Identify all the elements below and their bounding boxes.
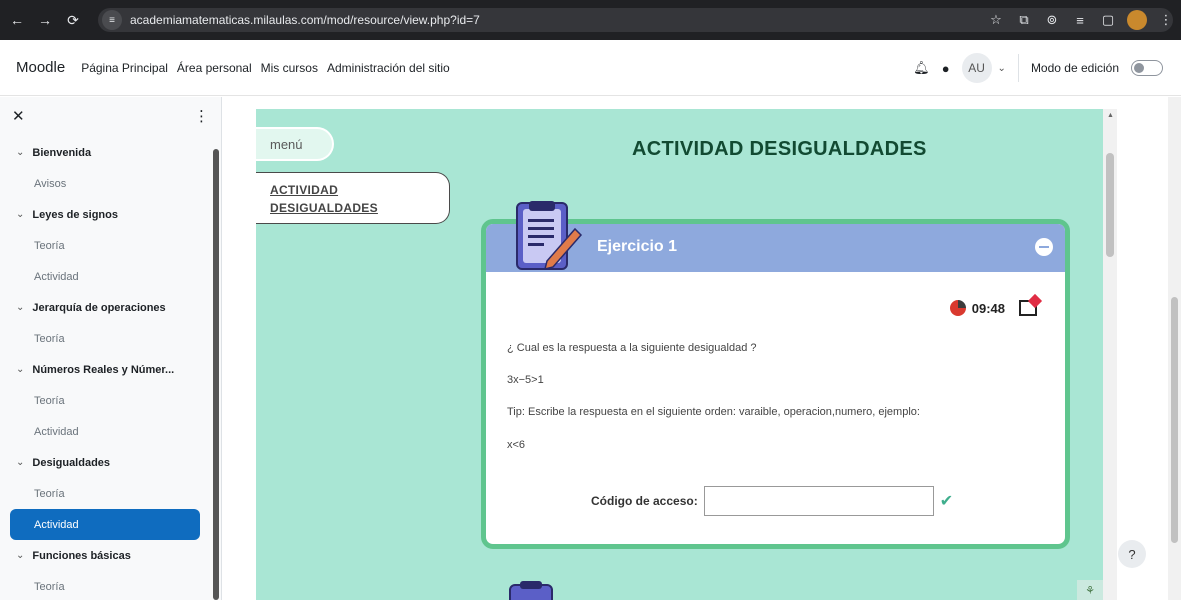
course-index-drawer: ✕ ⋮ ⌄ Bienvenida Avisos ⌄ Leyes de signos … — [0, 97, 222, 600]
site-info-icon[interactable]: ≡ — [102, 10, 122, 30]
user-avatar[interactable]: AU — [961, 53, 992, 83]
bookmark-star-icon[interactable]: ☆ — [987, 12, 1005, 28]
document-icon — [509, 581, 553, 600]
check-icon[interactable]: ✔ — [940, 491, 953, 511]
browser-actions: ☆ ⧉ ⊚ ≡ ▢ ⋮ — [987, 8, 1175, 32]
access-code-label: Código de acceso: — [591, 494, 698, 508]
section-label: Jerarquía de operaciones — [32, 301, 166, 314]
back-arrow-icon[interactable]: ← — [6, 9, 28, 31]
course-index-list: ⌄ Bienvenida Avisos ⌄ Leyes de signos Teor… — [0, 137, 212, 600]
profile-avatar-icon[interactable] — [1127, 10, 1147, 30]
exit-icon[interactable] — [1019, 300, 1037, 316]
edit-mode-label: Modo de edición — [1030, 61, 1119, 75]
reload-icon[interactable]: ⟳ — [62, 9, 84, 31]
timer-value: 09:48 — [971, 300, 1005, 316]
page-scrollbar[interactable] — [1168, 97, 1181, 600]
exercise-title: Ejercicio 1 — [597, 238, 678, 255]
index-item[interactable]: Teoría — [0, 230, 212, 261]
document-pencil-icon — [516, 201, 583, 271]
section-desigualdades[interactable]: ⌄ Desigualdades — [0, 447, 212, 478]
section-numeros-reales[interactable]: ⌄ Números Reales y Númer... — [0, 354, 212, 385]
index-item[interactable]: Teoría — [0, 323, 212, 354]
activity-scrollbar[interactable]: ▲ — [1103, 109, 1117, 600]
scrollbar-thumb[interactable] — [1171, 297, 1178, 543]
tip-text: Tip: Escribe la respuesta en el siguient… — [507, 406, 920, 418]
nav-link-home[interactable]: Página Principal — [81, 61, 168, 75]
nav-link-dashboard[interactable]: Área personal — [177, 61, 252, 75]
index-item[interactable]: Avisos — [0, 168, 212, 199]
scroll-up-icon[interactable]: ▲ — [1107, 112, 1114, 119]
help-button[interactable]: ? — [1118, 540, 1146, 568]
activity-title: ACTIVIDAD DESIGUALDADES — [632, 138, 927, 160]
url-text[interactable]: academiamatematicas.milaulas.com/mod/res… — [130, 13, 480, 27]
site-brand[interactable]: Moodle — [16, 59, 65, 76]
exercise-card: Ejercicio 1 09:48 ¿ Cual es la respuesta… — [481, 201, 1070, 549]
scrollbar-thumb[interactable] — [1106, 153, 1114, 257]
index-item[interactable]: Teoría — [0, 478, 212, 509]
index-item[interactable]: Teoría — [0, 571, 212, 600]
inequality-text: 3x−5>1 — [507, 374, 544, 386]
section-jerarquia[interactable]: ⌄ Jerarquía de operaciones — [0, 292, 212, 323]
chevron-down-icon[interactable]: ⌄ — [16, 147, 24, 158]
close-icon[interactable]: ✕ — [12, 107, 25, 125]
forward-arrow-icon[interactable]: → — [34, 9, 56, 31]
access-code-input[interactable] — [703, 486, 934, 516]
page-content: menú ACTIVIDAD DESIGUALDADES ACTIVIDAD D… — [223, 97, 1181, 600]
section-bienvenida[interactable]: ⌄ Bienvenida — [0, 137, 212, 168]
activity-frame: menú ACTIVIDAD DESIGUALDADES ACTIVIDAD D… — [256, 109, 1103, 600]
reading-list-icon[interactable]: ≡ — [1071, 13, 1089, 28]
nav-link-site-admin[interactable]: Administración del sitio — [327, 61, 450, 75]
chevron-down-icon[interactable]: ⌄ — [998, 63, 1006, 74]
index-item-active[interactable]: Actividad — [10, 509, 200, 540]
nav-card-line1[interactable]: ACTIVIDAD — [270, 183, 338, 197]
nav-card-line2[interactable]: DESIGUALDADES — [270, 201, 378, 215]
nav-link-my-courses[interactable]: Mis cursos — [261, 61, 318, 75]
chevron-down-icon[interactable]: ⌄ — [16, 302, 24, 313]
section-label: Funciones básicas — [32, 549, 131, 562]
menu-tab[interactable]: menú — [256, 127, 334, 161]
example-text: x<6 — [507, 439, 526, 451]
chevron-down-icon[interactable]: ⌄ — [16, 364, 24, 375]
chevron-down-icon[interactable]: ⌄ — [16, 209, 24, 220]
divider — [1017, 54, 1019, 82]
section-label: Números Reales y Númer... — [32, 363, 175, 376]
moodle-navbar: Moodle Página Principal Área personal Mi… — [0, 40, 1181, 96]
fullscreen-icon[interactable]: ⚘ — [1077, 580, 1103, 600]
user-menu-area: 🔔︎ ● AU ⌄ Modo de edición — [913, 40, 1163, 96]
activity-nav-card[interactable]: ACTIVIDAD DESIGUALDADES — [256, 172, 450, 224]
section-label: Leyes de signos — [32, 208, 118, 221]
drawer-scrollbar[interactable] — [213, 149, 219, 600]
clock-icon — [949, 300, 966, 316]
messages-chat-icon[interactable]: ● — [942, 61, 950, 76]
notifications-bell-icon[interactable]: 🔔︎ — [913, 60, 930, 76]
browser-toolbar: ← → ⟳ ≡ academiamatematicas.milaulas.com… — [0, 0, 1181, 40]
timer-row: 09:48 — [949, 300, 1037, 316]
index-item[interactable]: Actividad — [0, 261, 212, 292]
sidepanel-icon[interactable]: ▢ — [1099, 12, 1117, 28]
chevron-down-icon[interactable]: ⌄ — [16, 457, 24, 468]
chevron-down-icon[interactable]: ⌄ — [16, 550, 24, 561]
collapse-icon[interactable] — [1035, 238, 1053, 256]
section-label: Desigualdades — [32, 456, 111, 469]
browser-menu-icon[interactable]: ⋮ — [1157, 12, 1175, 28]
drawer-header: ✕ ⋮ — [0, 97, 221, 135]
edit-mode-toggle[interactable] — [1131, 60, 1163, 76]
extensions-icon[interactable]: ⧉ — [1015, 12, 1033, 28]
question-text: ¿ Cual es la respuesta a la siguiente de… — [507, 342, 757, 354]
kebab-menu-icon[interactable]: ⋮ — [194, 107, 209, 125]
index-item[interactable]: Actividad — [0, 416, 212, 447]
access-code-row: Código de acceso: ✔ — [591, 486, 953, 516]
media-icon[interactable]: ⊚ — [1043, 12, 1061, 28]
section-funciones-basicas[interactable]: ⌄ Funciones básicas — [0, 540, 212, 571]
index-item[interactable]: Teoría — [0, 385, 212, 416]
section-leyes-de-signos[interactable]: ⌄ Leyes de signos — [0, 199, 212, 230]
section-label: Bienvenida — [32, 146, 92, 159]
